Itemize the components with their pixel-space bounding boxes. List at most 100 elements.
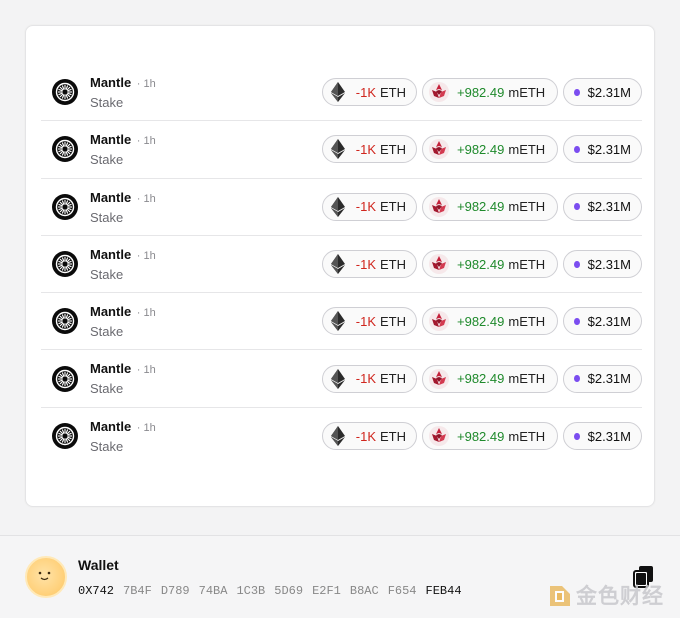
received-amount: +982.49 bbox=[457, 371, 505, 387]
meth-icon bbox=[429, 139, 449, 160]
eth-icon bbox=[329, 82, 348, 103]
received-token-pill[interactable]: +982.49 mETH bbox=[422, 422, 558, 451]
tx-value: $2.31M bbox=[587, 371, 631, 387]
mantle-logo-icon bbox=[52, 365, 78, 392]
sent-token: ETH bbox=[380, 84, 406, 100]
received-amount: +982.49 bbox=[457, 313, 505, 329]
tx-pills: -1K ETH +982.49 mETH $2.31M bbox=[322, 307, 642, 336]
received-token: mETH bbox=[508, 84, 546, 100]
received-token-pill[interactable]: +982.49 mETH bbox=[422, 192, 558, 221]
sent-token-pill[interactable]: -1K ETH bbox=[322, 307, 417, 336]
meth-icon bbox=[429, 196, 449, 217]
avatar[interactable] bbox=[25, 556, 67, 598]
sent-token-pill[interactable]: -1K ETH bbox=[322, 78, 417, 107]
address-group: F654 bbox=[387, 584, 417, 598]
protocol-name: Mantle bbox=[90, 75, 132, 90]
address-group: 1C3B bbox=[236, 584, 266, 598]
tx-pills: -1K ETH +982.49 mETH $2.31M bbox=[322, 78, 642, 107]
sent-token-pill[interactable]: -1K ETH bbox=[322, 135, 417, 164]
protocol-name: Mantle bbox=[90, 418, 132, 434]
address-group: 0X742 bbox=[78, 584, 115, 598]
received-token: mETH bbox=[508, 371, 546, 387]
protocol-name: Mantle bbox=[90, 132, 132, 148]
tx-value: $2.31M bbox=[587, 141, 631, 157]
transaction-row[interactable]: Mantle · 1h Stake -1K ETH +982.49 mETH $… bbox=[41, 293, 642, 351]
tx-action: Stake bbox=[90, 266, 124, 282]
eth-icon bbox=[329, 139, 348, 160]
value-pill[interactable]: $2.31M bbox=[563, 78, 642, 107]
mantle-logo-icon bbox=[52, 251, 78, 278]
value-pill[interactable]: $2.31M bbox=[563, 422, 642, 451]
sent-amount: -1K bbox=[355, 428, 376, 444]
purple-dot-icon bbox=[574, 203, 580, 211]
tx-action: Stake bbox=[90, 381, 124, 397]
tx-time: · 1h bbox=[136, 78, 156, 90]
smiley-face-icon bbox=[38, 571, 51, 581]
mantle-logo-icon bbox=[52, 423, 78, 450]
mantle-logo-icon bbox=[52, 136, 78, 163]
address-group: D789 bbox=[160, 584, 190, 598]
transaction-row[interactable]: Mantle · 1h Stake -1K ETH +982.49 mETH $… bbox=[41, 236, 642, 294]
value-pill[interactable]: $2.31M bbox=[563, 250, 642, 279]
value-pill[interactable]: $2.31M bbox=[563, 307, 642, 336]
tx-pills: -1K ETH +982.49 mETH $2.31M bbox=[322, 364, 642, 393]
sent-token-pill[interactable]: -1K ETH bbox=[322, 364, 417, 393]
received-token-pill[interactable]: +982.49 mETH bbox=[422, 135, 558, 164]
eth-icon bbox=[329, 254, 348, 275]
sent-token: ETH bbox=[380, 256, 406, 272]
meth-icon bbox=[429, 426, 449, 447]
tx-value: $2.31M bbox=[587, 313, 631, 329]
sent-token-pill[interactable]: -1K ETH bbox=[322, 422, 417, 451]
transaction-row[interactable]: Mantle · 1h Stake -1K ETH +982.49 mETH $… bbox=[41, 64, 642, 122]
received-token-pill[interactable]: +982.49 mETH bbox=[422, 364, 558, 393]
transaction-row[interactable]: Mantle · 1h Stake -1K ETH +982.49 mETH $… bbox=[41, 350, 642, 408]
received-token: mETH bbox=[508, 199, 546, 215]
transaction-row[interactable]: Mantle · 1h Stake -1K ETH +982.49 mETH $… bbox=[41, 408, 642, 465]
eth-icon bbox=[329, 426, 348, 447]
watermark: 金色财经 bbox=[548, 580, 664, 610]
tx-value: $2.31M bbox=[587, 199, 631, 215]
protocol-info: Mantle · 1h Stake bbox=[90, 75, 156, 111]
transaction-list: Mantle · 1h Stake -1K ETH +982.49 mETH $… bbox=[41, 64, 642, 465]
value-pill[interactable]: $2.31M bbox=[563, 192, 642, 221]
value-pill[interactable]: $2.31M bbox=[563, 364, 642, 393]
tx-value: $2.31M bbox=[587, 256, 631, 272]
tx-pills: -1K ETH +982.49 mETH $2.31M bbox=[322, 135, 642, 164]
received-token-pill[interactable]: +982.49 mETH bbox=[422, 307, 558, 336]
transaction-row[interactable]: Mantle · 1h Stake -1K ETH +982.49 mETH $… bbox=[41, 121, 642, 179]
tx-time: · 1h bbox=[136, 249, 156, 262]
received-token-pill[interactable]: +982.49 mETH bbox=[422, 250, 558, 279]
tx-action: Stake bbox=[90, 152, 124, 168]
sent-token: ETH bbox=[380, 428, 406, 444]
address-group: FEB44 bbox=[425, 584, 462, 598]
meth-icon bbox=[429, 82, 449, 103]
wallet-address[interactable]: 0X742 7B4F D789 74BA 1C3B 5D69 E2F1 B8AC F654 FEB… bbox=[78, 584, 462, 598]
value-pill[interactable]: $2.31M bbox=[563, 135, 642, 164]
address-group: 74BA bbox=[198, 584, 228, 598]
protocol-name: Mantle bbox=[90, 361, 132, 377]
protocol-name: Mantle bbox=[90, 304, 132, 320]
transaction-row[interactable]: Mantle · 1h Stake -1K ETH +982.49 mETH $… bbox=[41, 179, 642, 236]
purple-dot-icon bbox=[574, 375, 580, 383]
protocol-info: Mantle · 1h Stake bbox=[90, 190, 156, 226]
watermark-text: 金色财经 bbox=[576, 584, 664, 608]
sent-token: ETH bbox=[380, 141, 406, 157]
meth-icon bbox=[429, 368, 449, 389]
received-token: mETH bbox=[508, 141, 546, 157]
sent-token: ETH bbox=[380, 199, 406, 215]
sent-token-pill[interactable]: -1K ETH bbox=[322, 192, 417, 221]
address-group: B8AC bbox=[349, 584, 379, 598]
received-token-pill[interactable]: +982.49 mETH bbox=[422, 78, 558, 107]
tx-action: Stake bbox=[90, 324, 124, 340]
received-token: mETH bbox=[508, 256, 546, 272]
tx-time: · 1h bbox=[136, 307, 156, 320]
protocol-info: Mantle · 1h Stake bbox=[90, 132, 156, 168]
received-token: mETH bbox=[508, 313, 546, 329]
transactions-card: Mantle · 1h Stake -1K ETH +982.49 mETH $… bbox=[25, 25, 655, 507]
sent-token-pill[interactable]: -1K ETH bbox=[322, 250, 417, 279]
eth-icon bbox=[329, 196, 348, 217]
meth-icon bbox=[429, 311, 449, 332]
sent-token: ETH bbox=[380, 371, 406, 387]
sent-amount: -1K bbox=[355, 141, 376, 157]
wallet-footer: Wallet 0X742 7B4F D789 74BA 1C3B 5D69 E2F1 B8AC… bbox=[0, 535, 680, 618]
